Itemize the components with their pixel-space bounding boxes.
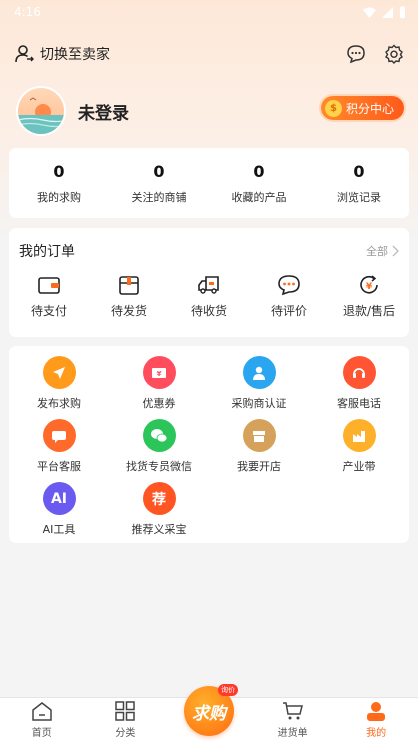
order-label: 待收货: [190, 304, 227, 318]
tool-label: 平台客服: [37, 460, 81, 473]
all-orders-link[interactable]: 全部: [366, 243, 399, 259]
coin-icon: $: [324, 99, 342, 117]
box-icon: [119, 276, 139, 295]
wallet-icon: [38, 277, 60, 294]
points-center-button[interactable]: $ 积分中心: [320, 96, 404, 120]
tool-label: 采购商认证: [231, 397, 287, 410]
person-icon: [367, 702, 386, 721]
wechat-icon: [142, 419, 176, 452]
order-pending-review[interactable]: 待评价: [249, 274, 329, 330]
inquiry-badge: 询价: [218, 684, 238, 696]
stat-label: 浏览记录: [337, 190, 381, 204]
tab-label: 首页: [31, 728, 52, 739]
cart-icon: [282, 702, 303, 720]
wifi-icon: [363, 7, 376, 18]
profile-section: 未登录 $ 积分中心: [16, 84, 406, 138]
chevron-right-icon: [392, 245, 399, 257]
order-pending-payment[interactable]: 待支付: [9, 274, 89, 330]
tool-factory[interactable]: 产业带: [309, 419, 409, 475]
factory-icon: [342, 419, 376, 452]
home-icon: [32, 702, 52, 721]
tab-label: 进货单: [277, 728, 308, 739]
coupon-icon: ¥: [142, 356, 176, 389]
stat-label: 收藏的产品: [231, 190, 287, 204]
points-center-label: 积分中心: [345, 101, 394, 116]
all-orders-label: 全部: [366, 245, 388, 258]
tab-label: 我的: [366, 728, 387, 739]
tool-label: 优惠券: [142, 397, 176, 410]
stat-label: 我的求购: [37, 190, 81, 204]
switch-label: 切换至卖家: [40, 47, 110, 63]
tool-label: 我要开店: [237, 460, 281, 473]
tool-ai[interactable]: AI AI工具: [9, 482, 109, 538]
comment-icon: [278, 275, 300, 296]
battery-icon: [400, 6, 405, 18]
order-label: 待发货: [110, 304, 147, 318]
svg-text:¥: ¥: [366, 282, 373, 292]
stat-purchase-requests[interactable]: 0 我的求购: [9, 148, 109, 218]
refund-icon: ¥: [360, 275, 378, 294]
center-button-label: 求购: [192, 703, 226, 724]
tool-label: 客服电话: [337, 397, 381, 410]
stat-favorite-products[interactable]: 0 收藏的产品: [209, 148, 309, 218]
stats-card: 0 我的求购 0 关注的商铺 0 收藏的产品 0 浏览记录: [9, 148, 409, 218]
tool-label: 推荐义采宝: [131, 523, 187, 536]
status-time: 4:16: [14, 5, 41, 19]
tab-mine[interactable]: 我的: [334, 698, 418, 744]
order-label: 退款/售后: [342, 304, 396, 318]
user-verify-icon: [242, 356, 276, 389]
tools-card: 发布求购 ¥ 优惠券 采购商认证 客服电话平台客服 找货专员微信 我要开店 产业带 AI AI工具…: [9, 346, 409, 543]
stat-label: 关注的商铺: [131, 190, 187, 204]
stat-value: 0: [153, 161, 165, 181]
login-status-text[interactable]: 未登录: [78, 99, 129, 124]
tool-chat[interactable]: 平台客服: [9, 419, 109, 475]
tool-send[interactable]: 发布求购: [9, 356, 109, 412]
tool-user-verify[interactable]: 采购商认证: [209, 356, 309, 412]
chat-icon: [42, 419, 76, 452]
grid-icon: [115, 701, 136, 721]
user-switch-icon: [15, 45, 34, 63]
tab-home[interactable]: 首页: [0, 698, 84, 744]
tool-label: AI工具: [42, 523, 76, 536]
order-pending-receipt[interactable]: 待收货: [169, 274, 249, 330]
order-label: 待评价: [270, 304, 307, 318]
tab-category[interactable]: 分类: [84, 698, 168, 744]
orders-header: 我的订单 全部: [9, 228, 409, 274]
order-pending-shipment[interactable]: 待发货: [89, 274, 169, 330]
signal-icon: [382, 6, 393, 18]
avatar[interactable]: [16, 86, 66, 136]
header: 切换至卖家: [0, 38, 418, 70]
tool-label: 找货专员微信: [126, 460, 192, 473]
status-bar: 4:16: [0, 0, 418, 24]
tool-label: 发布求购: [37, 397, 81, 410]
message-icon[interactable]: [346, 44, 366, 64]
orders-title: 我的订单: [19, 244, 75, 260]
truck-icon: [198, 276, 219, 294]
headset-icon: [342, 356, 376, 389]
tool-label: 产业带: [342, 460, 376, 473]
send-icon: [42, 356, 76, 389]
stat-value: 0: [253, 161, 265, 181]
orders-card: 我的订单 全部 待支付 待发货 待收货 待评价 ¥ 退款/售后: [9, 228, 409, 337]
stat-followed-shops[interactable]: 0 关注的商铺: [109, 148, 209, 218]
tool-shop[interactable]: 我要开店: [209, 419, 309, 475]
order-refund-aftersale[interactable]: ¥ 退款/售后: [329, 274, 409, 330]
shop-icon: [242, 419, 276, 452]
switch-to-seller-button[interactable]: 切换至卖家: [14, 44, 110, 64]
order-label: 待支付: [30, 304, 67, 318]
ai-icon: AI: [42, 482, 76, 515]
tab-purchase-list[interactable]: 进货单: [251, 698, 335, 744]
stat-browse-history[interactable]: 0 浏览记录: [309, 148, 409, 218]
recommend-icon: 荐: [142, 482, 176, 515]
tool-recommend[interactable]: 荐推荐义采宝: [109, 482, 209, 538]
tool-coupon[interactable]: ¥ 优惠券: [109, 356, 209, 412]
stat-value: 0: [353, 161, 365, 181]
svg-text:¥: ¥: [157, 370, 162, 378]
stat-value: 0: [53, 161, 65, 181]
tool-headset[interactable]: 客服电话: [309, 356, 409, 412]
tool-wechat[interactable]: 找货专员微信: [109, 419, 209, 475]
tab-label: 分类: [115, 728, 136, 739]
settings-icon[interactable]: [384, 44, 404, 64]
